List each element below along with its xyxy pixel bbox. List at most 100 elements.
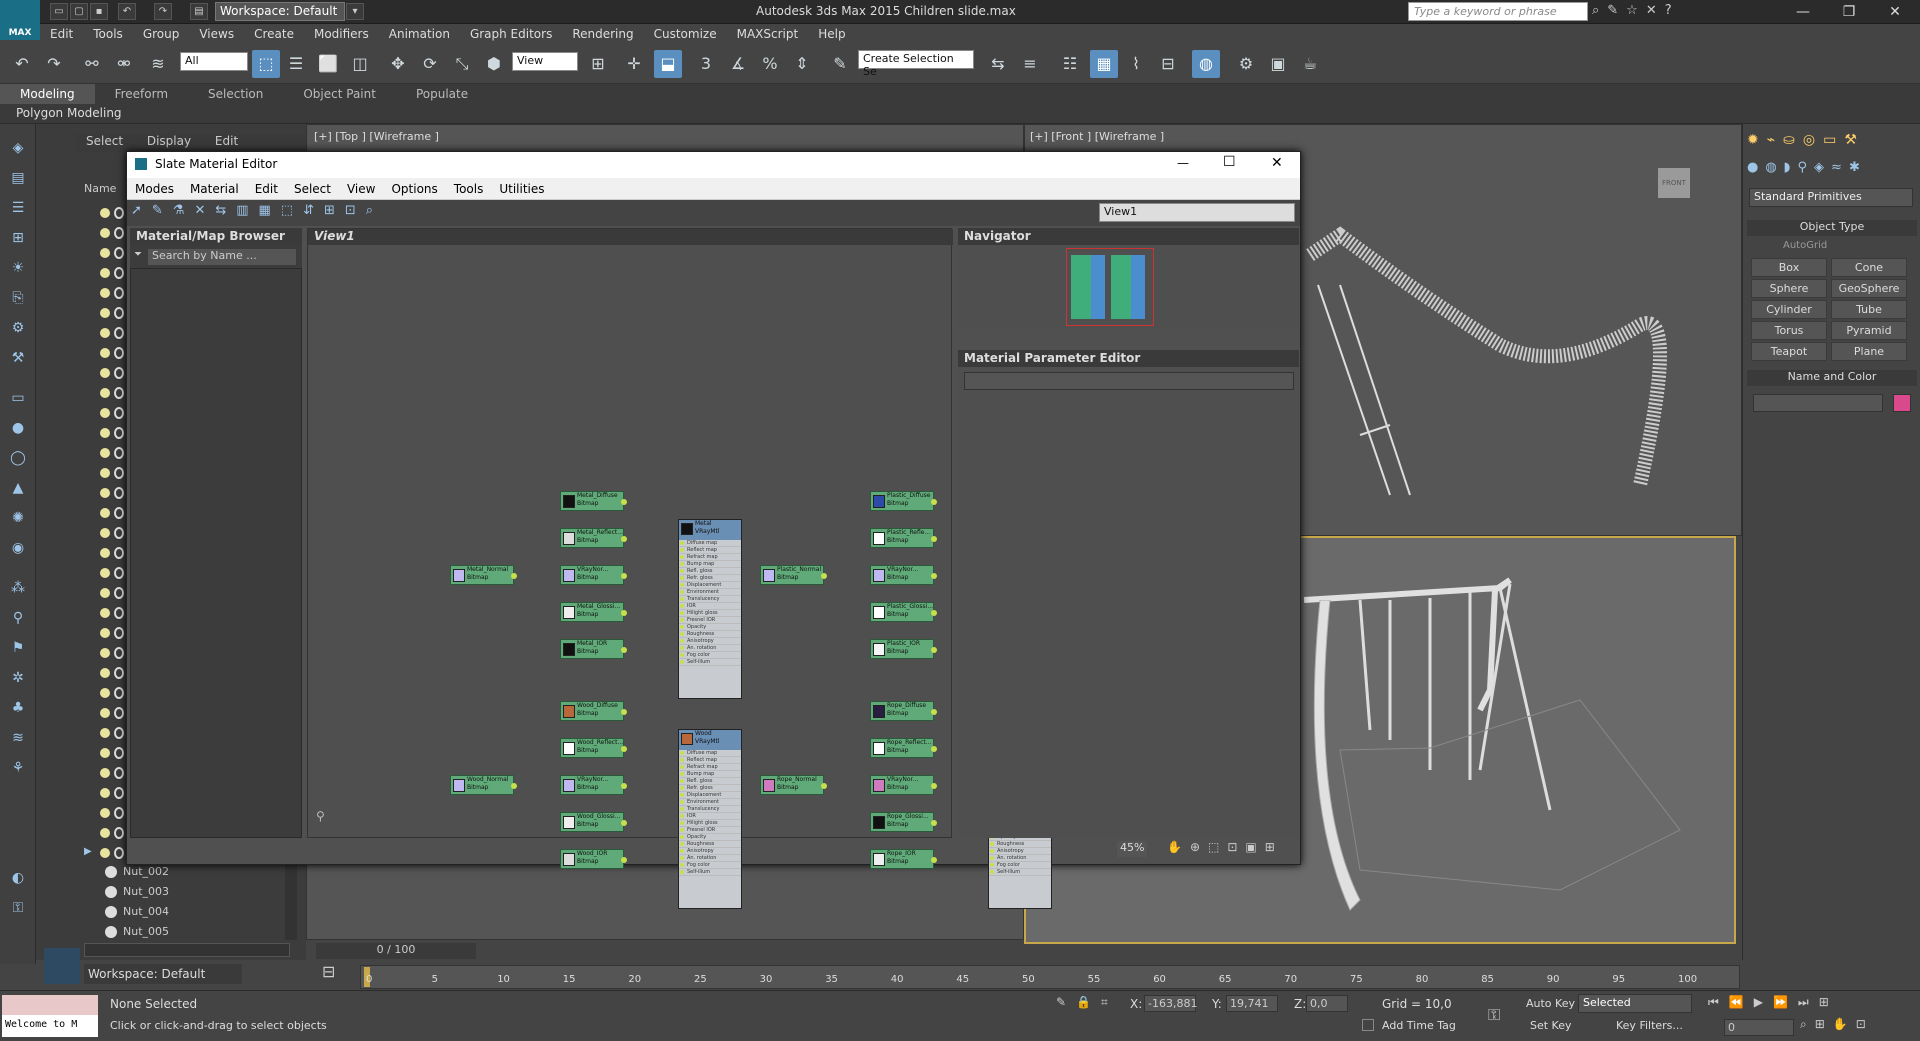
output-pin[interactable] [621, 857, 627, 863]
freeze-icon[interactable] [114, 847, 124, 859]
percent-snap-icon[interactable]: % [756, 50, 784, 78]
material-slot[interactable]: An. rotation [679, 855, 741, 862]
normal-map-node[interactable]: Metal_Normal Bitmap [450, 565, 517, 585]
material-slot[interactable]: Bump map [679, 561, 741, 568]
list-item[interactable]: Nut_005 [105, 922, 285, 942]
material-slot[interactable]: Translucency [679, 806, 741, 813]
scene-explorer-icon[interactable] [44, 948, 80, 984]
object-color-swatch[interactable] [1893, 394, 1911, 412]
add-time-tag[interactable]: Add Time Tag [1382, 1019, 1456, 1032]
view-tab[interactable]: View1 [308, 229, 355, 243]
save-file-icon[interactable]: ▪ [90, 3, 108, 20]
rollout-name-color[interactable]: Name and Color [1747, 370, 1917, 386]
torus-tool-icon[interactable]: ◯ [6, 446, 30, 470]
visibility-bulb-icon[interactable] [100, 428, 110, 438]
freeze-icon[interactable] [114, 627, 124, 639]
object-name-input[interactable] [1753, 394, 1883, 412]
visibility-bulb-icon[interactable] [100, 488, 110, 498]
output-pin[interactable] [621, 647, 627, 653]
list-item[interactable]: Nut_004 [105, 902, 285, 922]
torus-button[interactable]: Torus [1751, 321, 1827, 340]
material-slot[interactable]: Fog color [989, 862, 1051, 869]
material-slot[interactable]: Fog color [679, 862, 741, 869]
menu-rendering[interactable]: Rendering [562, 24, 643, 44]
visibility-bulb-icon[interactable] [100, 288, 110, 298]
search-input[interactable]: Type a keyword or phrase [1408, 2, 1588, 21]
slate-menu-tools[interactable]: Tools [446, 178, 492, 200]
unlink-icon[interactable]: ⚮ [110, 50, 138, 78]
visibility-bulb-icon[interactable] [100, 788, 110, 798]
freeze-icon[interactable] [114, 347, 124, 359]
redo-icon[interactable]: ↷ [40, 50, 68, 78]
freeze-icon[interactable] [114, 267, 124, 279]
scale-icon[interactable]: ⤡ [448, 50, 476, 78]
output-pin[interactable] [621, 610, 627, 616]
spacewarp-tool-icon[interactable]: ⚒ [6, 346, 30, 370]
z-coord-field[interactable]: 0,0 [1306, 995, 1348, 1012]
output-pin[interactable] [931, 647, 937, 653]
hair-tool-icon[interactable]: ≋ [6, 726, 30, 750]
keyboard-shortcut-icon[interactable]: ⬓ [654, 50, 682, 78]
script-tool-icon[interactable]: ⚿ [6, 896, 30, 920]
mirror-icon[interactable]: ⇆ [984, 50, 1012, 78]
viewport-front-label[interactable]: [+] [Front ] [Wireframe ] [1030, 130, 1164, 143]
slate-tool-icons[interactable]: ➚✎⚗✕⇆▥▦⬚⇵⊞⊡⌕ [131, 203, 451, 223]
material-slot[interactable]: Environment [679, 589, 741, 596]
visibility-bulb-icon[interactable] [100, 468, 110, 478]
playback-controls[interactable]: ⏮⏪▶⏩⏭⊞ [1708, 995, 1918, 1015]
explorer-scrollbar[interactable] [285, 862, 297, 940]
output-pin[interactable] [621, 709, 627, 715]
menu-views[interactable]: Views [189, 24, 244, 44]
hierarchy-tool-icon[interactable]: ⊞ [6, 226, 30, 250]
map-node[interactable]: Metal_Diffuse Bitmap [560, 491, 627, 511]
menu-graph-editors[interactable]: Graph Editors [460, 24, 562, 44]
material-slot[interactable]: Opacity [679, 834, 741, 841]
slate-maximize-icon[interactable]: ☐ [1223, 154, 1236, 170]
box-tool-icon[interactable]: ▭ [6, 386, 30, 410]
browser-list[interactable] [130, 268, 302, 838]
maximize-icon[interactable]: ❐ [1826, 0, 1872, 24]
render-tool-icon[interactable]: ◐ [6, 866, 30, 890]
tab-populate[interactable]: Populate [396, 84, 488, 104]
material-slot[interactable]: IOR [679, 813, 741, 820]
output-pin[interactable] [931, 857, 937, 863]
particles-tool-icon[interactable]: ⁂ [6, 576, 30, 600]
normal-map-node[interactable]: Plastic_Normal Bitmap [760, 565, 827, 585]
tab-selection[interactable]: Selection [188, 84, 283, 104]
freeze-icon[interactable] [114, 747, 124, 759]
visibility-bulb-icon[interactable] [100, 568, 110, 578]
scene-explorer-icon[interactable]: ▦ [1090, 50, 1118, 78]
material-slot[interactable]: Diffuse map [679, 540, 741, 547]
maxscript-mini-listener[interactable] [2, 995, 98, 1015]
material-slot[interactable]: Opacity [679, 624, 741, 631]
map-node[interactable]: Plastic_Glossi... Bitmap [870, 602, 937, 622]
visibility-bulb-icon[interactable] [100, 208, 110, 218]
visibility-bulb-icon[interactable] [100, 728, 110, 738]
visibility-bulb-icon[interactable] [100, 408, 110, 418]
visibility-bulb-icon[interactable] [100, 388, 110, 398]
app-logo[interactable]: MAX [0, 0, 40, 40]
freeze-icon[interactable] [114, 547, 124, 559]
slate-minimize-icon[interactable]: — [1177, 156, 1189, 170]
browser-search-input[interactable]: Search by Name ... [148, 249, 296, 265]
sun-tool-icon[interactable]: ✺ [6, 506, 30, 530]
output-pin[interactable] [931, 610, 937, 616]
freeze-icon[interactable] [114, 407, 124, 419]
close-icon[interactable]: ✕ [1872, 0, 1918, 24]
visibility-bulb-icon[interactable] [100, 608, 110, 618]
selection-filter-dropdown[interactable]: All [180, 52, 248, 71]
workspace-dropdown[interactable]: Workspace: Default [215, 2, 345, 21]
material-slot[interactable]: Roughness [679, 841, 741, 848]
freeze-icon[interactable] [114, 287, 124, 299]
viewport-left[interactable] [306, 860, 1024, 940]
reference-coord-dropdown[interactable]: View [512, 52, 578, 71]
visibility-bulb-icon[interactable] [100, 688, 110, 698]
freeze-icon[interactable] [114, 387, 124, 399]
output-pin[interactable] [931, 499, 937, 505]
node-view[interactable]: View1 ⚲ [307, 228, 953, 838]
freeze-icon[interactable] [114, 707, 124, 719]
x-coord-field[interactable]: -163,881 [1144, 995, 1197, 1012]
bind-space-warp-icon[interactable]: ≋ [144, 50, 172, 78]
link-icon[interactable]: ⚯ [78, 50, 106, 78]
rendered-frame-icon[interactable]: ▣ [1264, 50, 1292, 78]
